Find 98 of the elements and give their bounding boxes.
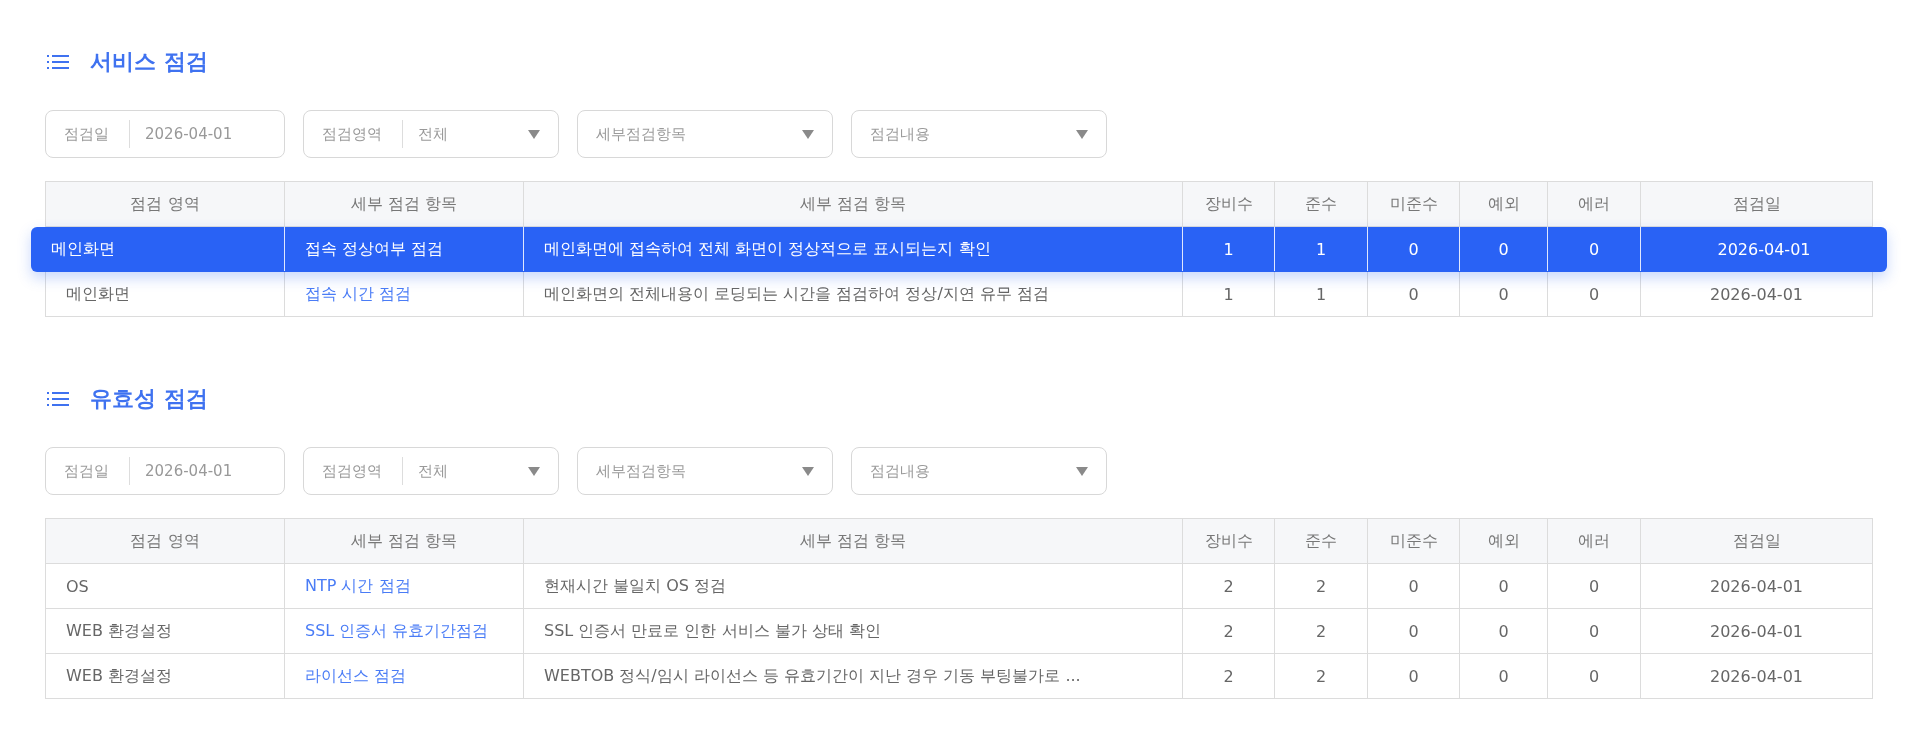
table-cell: 메인화면에 접속하여 전체 화면이 정상적으로 표시되는지 확인 [523, 227, 1182, 271]
table-cell: 2026-04-01 [1640, 564, 1872, 608]
table-cell: 1 [1182, 227, 1274, 271]
table-row[interactable]: 메인화면 접속 시간 점검 메인화면의 전체내용이 로딩되는 시간을 점검하여 정상/지연 유무 점검 1 1 0 0 0 2026-04-01 [46, 272, 1872, 317]
table-cell: 0 [1459, 564, 1547, 608]
table-cell: 2 [1182, 609, 1274, 653]
table-cell: 1 [1274, 272, 1367, 316]
table-cell: 0 [1459, 654, 1547, 698]
table-row[interactable]: WEB 환경설정 라이선스 점검 WEBTOB 정식/임시 라이선스 등 유효기간이 지난 경우 기동 부팅불가로 ... 2 2 0 0 0 2026-04-01 [46, 654, 1872, 699]
date-filter[interactable]: 점검일 2026-04-01 [45, 110, 285, 158]
column-header: 점검 영역 [129, 529, 201, 552]
column-header: 세부 점검 항목 [284, 519, 523, 563]
table-cell: 0 [1367, 272, 1459, 316]
column-header: 점검일 [1640, 519, 1872, 563]
item-link[interactable]: 라이선스 점검 [284, 654, 523, 698]
caret-icon [1076, 129, 1088, 139]
caret-icon [1076, 466, 1088, 476]
item-link[interactable]: NTP 시간 점검 [284, 564, 523, 608]
caret-icon [528, 129, 540, 139]
table-cell-text: OS [65, 575, 90, 598]
column-header: 장비수 [1182, 182, 1274, 226]
table-cell: 2026-04-01 [1640, 227, 1887, 271]
table-cell: 1 [1182, 272, 1274, 316]
table-cell: 0 [1547, 227, 1640, 271]
filter-placeholder: 세부점검항목 [596, 124, 687, 144]
column-header: 미준수 [1367, 182, 1459, 226]
filter-label: 점검영역 [322, 461, 382, 481]
table-cell: 2 [1274, 564, 1367, 608]
section-title: 서비스 점검 [90, 48, 208, 76]
select-filter[interactable]: 세부점검항목 [577, 110, 833, 158]
table-cell: 0 [1547, 272, 1640, 316]
select-filter[interactable]: 점검영역 전체 [303, 110, 559, 158]
select-filter[interactable]: 점검내용 [851, 110, 1107, 158]
table-cell: 2 [1274, 609, 1367, 653]
select-filter[interactable]: 세부점검항목 [577, 447, 833, 495]
table-row[interactable]: WEB 환경설정 SSL 인증서 유효기간점검 SSL 인증서 만료로 인한 서비스 불가 상태 확인 2 2 0 0 0 2026-04-01 [46, 609, 1872, 654]
column-header: 장비수 [1182, 519, 1274, 563]
table-cell: 메인화면의 전체내용이 로딩되는 시간을 점검하여 정상/지연 유무 점검 [523, 272, 1182, 316]
table-cell-text: WEB 환경설정 [65, 619, 173, 642]
table-cell: 2026-04-01 [1640, 609, 1872, 653]
select-filter[interactable]: 점검영역 전체 [303, 447, 559, 495]
filter-placeholder: 점검내용 [870, 124, 931, 144]
caret-icon [528, 466, 540, 476]
table-cell: 1 [1274, 227, 1367, 271]
date-filter[interactable]: 점검일 2026-04-01 [45, 447, 285, 495]
column-header: 세부 점검 항목 [284, 182, 523, 226]
filter-placeholder: 세부점검항목 [596, 461, 687, 481]
caret-icon [802, 129, 814, 139]
caret-icon [802, 466, 814, 476]
section-title: 유효성 점검 [90, 385, 208, 413]
filter-label: 점검일 [64, 124, 109, 144]
table-cell: 2 [1182, 564, 1274, 608]
table-cell: 0 [1367, 654, 1459, 698]
table-row[interactable]: OS NTP 시간 점검 현재시간 불일치 OS 정검 2 2 0 0 0 2026-04-01 [46, 564, 1872, 609]
column-header: 에러 [1547, 519, 1640, 563]
filter-label: 점검일 [64, 461, 109, 481]
item-link[interactable]: 접속 시간 점검 [284, 272, 523, 316]
table-cell: 0 [1459, 609, 1547, 653]
table-cell: 0 [1459, 227, 1547, 271]
table-cell: 0 [1367, 609, 1459, 653]
column-header: 세부 점검 항목 [523, 519, 1182, 563]
column-header: 예외 [1459, 182, 1547, 226]
list-icon [47, 54, 69, 70]
filter-value: 전체 [418, 124, 449, 144]
filter-placeholder: 점검내용 [870, 461, 931, 481]
column-header: 예외 [1459, 519, 1547, 563]
column-header: 준수 [1274, 182, 1367, 226]
table-cell: 0 [1547, 609, 1640, 653]
table-cell: 2026-04-01 [1640, 272, 1872, 316]
table-cell-text: 메인화면 [50, 237, 116, 260]
table-cell: 0 [1547, 654, 1640, 698]
column-header: 세부 점검 항목 [523, 182, 1182, 226]
selected-row[interactable]: 메인화면 접속 정상여부 점검 메인화면에 접속하여 전체 화면이 정상적으로 표시되는지 확인 1 1 0 0 0 2026-04-01 [31, 227, 1887, 272]
table-cell: 2 [1182, 654, 1274, 698]
table-cell: 2026-04-01 [1640, 654, 1872, 698]
column-header: 미준수 [1367, 519, 1459, 563]
table-cell-text: WEB 환경설정 [65, 664, 173, 687]
column-header: 준수 [1274, 519, 1367, 563]
filter-label: 점검영역 [322, 124, 382, 144]
select-filter[interactable]: 점검내용 [851, 447, 1107, 495]
table-cell: 0 [1367, 227, 1459, 271]
item-link[interactable]: 접속 정상여부 점검 [284, 227, 523, 271]
list-icon [47, 391, 69, 407]
table-cell: SSL 인증서 만료로 인한 서비스 불가 상태 확인 [523, 609, 1182, 653]
filter-value: 2026-04-01 [145, 125, 233, 143]
item-link[interactable]: SSL 인증서 유효기간점검 [284, 609, 523, 653]
table-cell: 현재시간 불일치 OS 정검 [523, 564, 1182, 608]
table-cell-text: 메인화면 [65, 282, 131, 305]
table-cell: 0 [1547, 564, 1640, 608]
table-cell: 0 [1459, 272, 1547, 316]
table-cell: WEBTOB 정식/임시 라이선스 등 유효기간이 지난 경우 기동 부팅불가로 ... [523, 654, 1182, 698]
column-header: 에러 [1547, 182, 1640, 226]
filter-value: 전체 [418, 461, 449, 481]
table-cell: 2 [1274, 654, 1367, 698]
table-cell: 0 [1367, 564, 1459, 608]
column-header: 점검 영역 [129, 192, 201, 215]
filter-value: 2026-04-01 [145, 462, 233, 480]
column-header: 점검일 [1640, 182, 1872, 226]
